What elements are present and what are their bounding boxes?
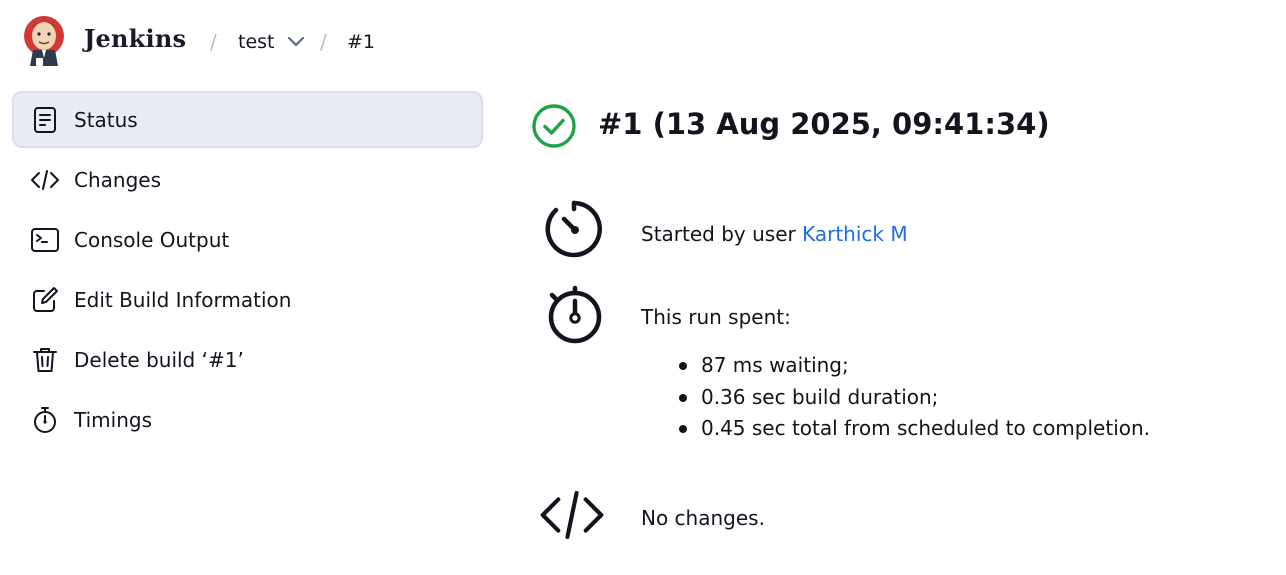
edit-icon xyxy=(30,285,60,315)
code-brackets-icon xyxy=(540,490,604,539)
sidebar-item-label: Console Output xyxy=(74,227,230,252)
sidebar-item-label: Edit Build Information xyxy=(74,287,292,312)
bullet xyxy=(679,425,687,433)
sidebar-item-label: Status xyxy=(74,107,138,132)
sidebar: Status Changes Console Output Edit Build… xyxy=(12,91,483,451)
status-document-icon xyxy=(30,105,60,135)
breadcrumb-separator: / xyxy=(210,30,217,54)
user-link[interactable]: Karthick M xyxy=(802,222,908,246)
trash-icon xyxy=(30,345,60,375)
timing-heading: This run spent: xyxy=(641,305,791,329)
timing-waiting: 87 ms waiting; xyxy=(701,353,849,377)
brand-name[interactable]: Jenkins xyxy=(84,24,186,53)
bullet xyxy=(679,393,687,402)
no-changes-text: No changes. xyxy=(641,506,765,530)
sidebar-item-label: Delete build ‘#1’ xyxy=(74,347,244,372)
breadcrumb-item-build[interactable]: #1 xyxy=(347,31,375,53)
stopwatch-icon xyxy=(30,405,60,435)
sidebar-item-changes[interactable]: Changes xyxy=(12,151,483,208)
code-brackets-icon xyxy=(30,165,60,195)
header: Jenkins / test / #1 xyxy=(0,0,1286,84)
sidebar-item-delete-build[interactable]: Delete build ‘#1’ xyxy=(12,331,483,388)
stopwatch-icon xyxy=(548,285,602,344)
build-header: #1 (13 Aug 2025, 09:41:34) xyxy=(530,95,1270,159)
timing-list: 87 ms waiting; 0.36 sec build duration; … xyxy=(679,353,1150,448)
jenkins-logo-icon[interactable] xyxy=(22,14,66,68)
breadcrumb-item-test[interactable]: test xyxy=(238,31,275,53)
timing-build-duration: 0.36 sec build duration; xyxy=(701,384,939,409)
list-item: 87 ms waiting; xyxy=(679,353,1150,385)
sidebar-item-label: Timings xyxy=(74,407,152,432)
sidebar-item-timings[interactable]: Timings xyxy=(12,391,483,448)
sidebar-item-console-output[interactable]: Console Output xyxy=(12,211,483,268)
breadcrumb-separator: / xyxy=(320,30,327,54)
list-item: 0.36 sec build duration; xyxy=(679,385,1150,417)
chevron-down-icon[interactable] xyxy=(286,34,306,50)
bullet xyxy=(679,362,687,370)
page-title: #1 (13 Aug 2025, 09:41:34) xyxy=(598,107,1050,141)
sidebar-item-label: Changes xyxy=(74,167,161,192)
timing-total: 0.45 sec total from scheduled to complet… xyxy=(701,416,1151,440)
list-item: 0.45 sec total from scheduled to complet… xyxy=(679,416,1150,448)
started-by-prefix: Started by user xyxy=(641,222,803,246)
sidebar-item-status[interactable]: Status xyxy=(12,91,483,148)
success-check-icon xyxy=(532,104,576,148)
terminal-icon xyxy=(30,225,60,255)
started-by-text: Started by user Karthick M xyxy=(641,222,908,246)
user-timer-icon xyxy=(545,200,602,258)
sidebar-item-edit-build-information[interactable]: Edit Build Information xyxy=(12,271,483,328)
